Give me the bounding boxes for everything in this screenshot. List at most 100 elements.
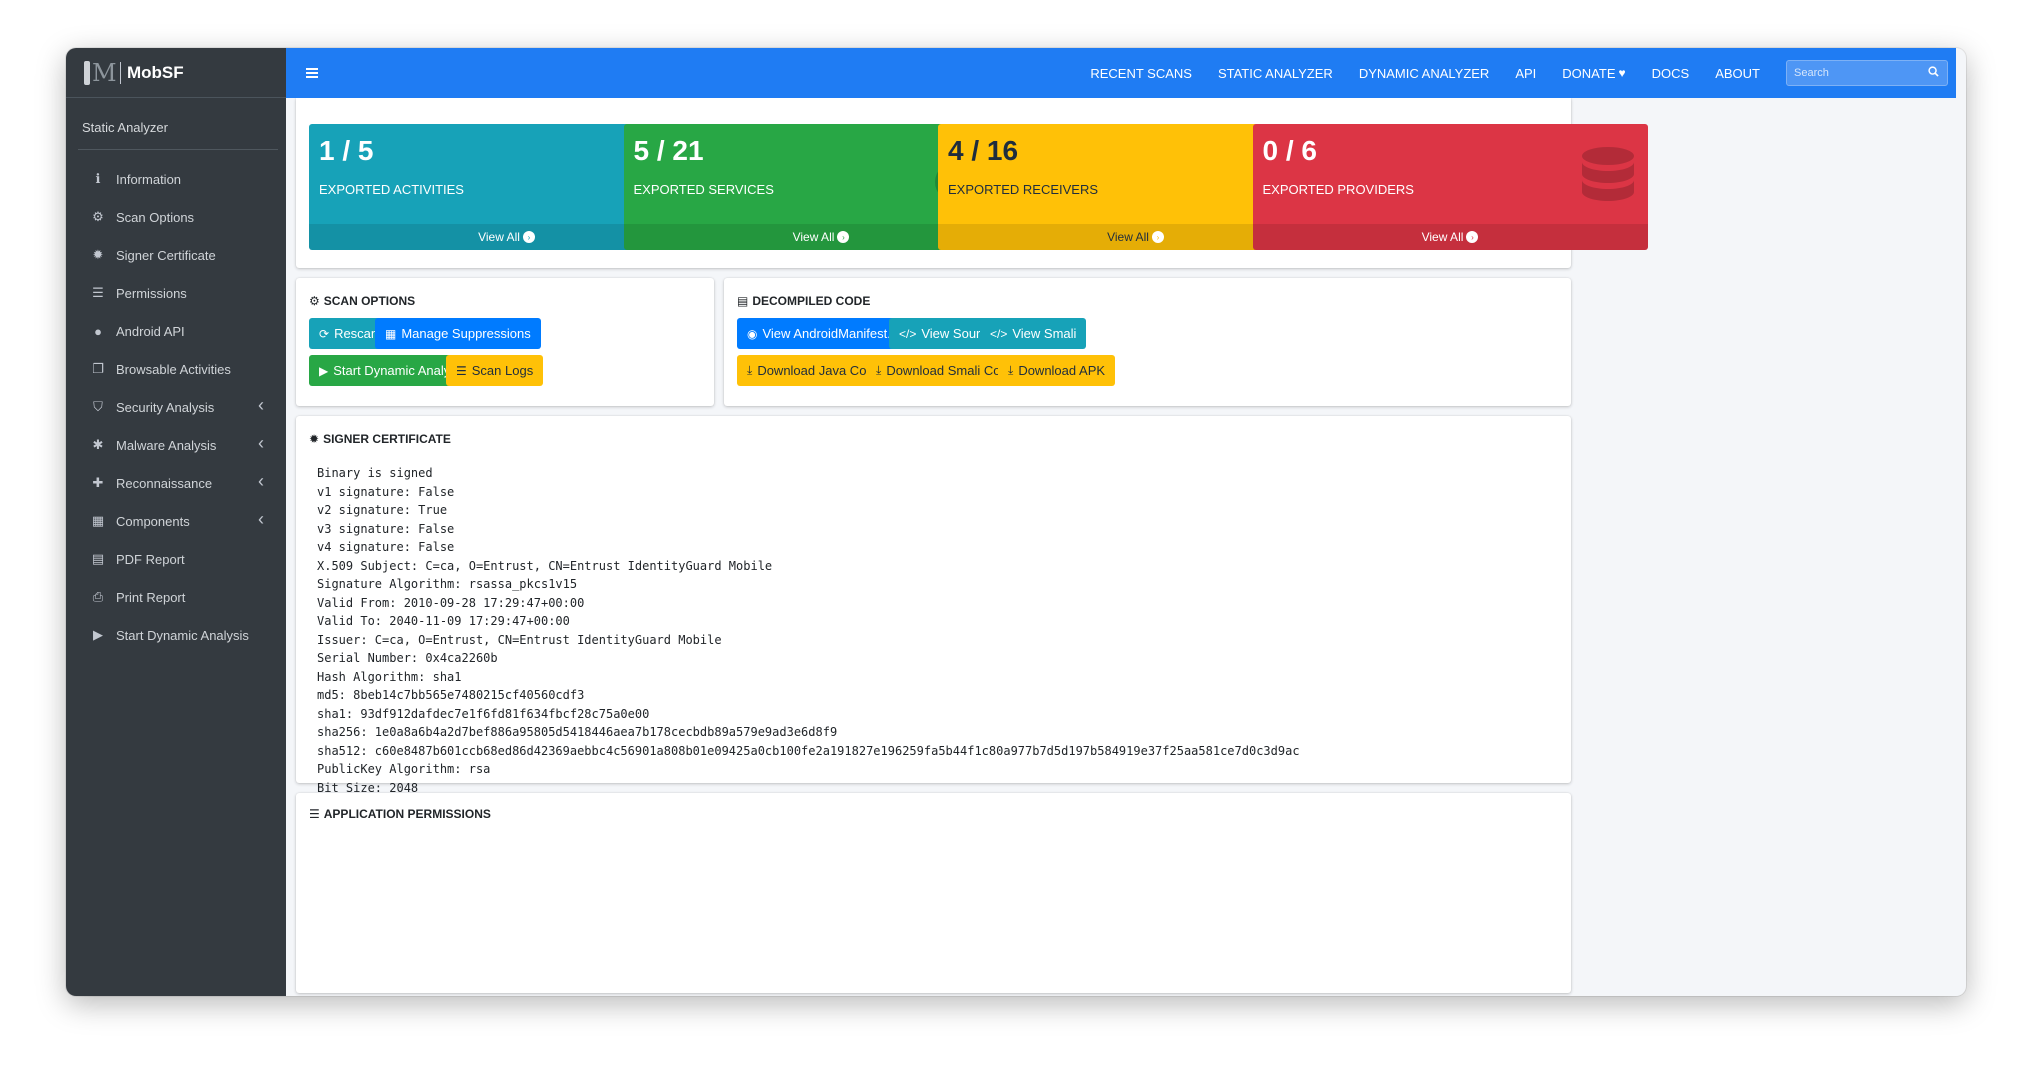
- chevron-left-icon: ‹: [258, 395, 264, 415]
- sidebar-item-label: Reconnaissance: [116, 475, 213, 491]
- chevron-left-icon: ‹: [258, 471, 264, 491]
- download-icon: ⤓: [747, 363, 753, 377]
- mobsf-logo-icon: M: [82, 58, 117, 88]
- nav-donate-label: DONATE: [1562, 65, 1616, 81]
- eye-icon: ◉: [747, 326, 758, 341]
- sidebar-item-android-api[interactable]: ● Android API: [66, 312, 286, 350]
- certificate-details: Binary is signed v1 signature: False v2 …: [317, 466, 1300, 832]
- sidebar-item-label: Malware Analysis: [116, 437, 217, 453]
- print-icon: ⎙: [92, 589, 104, 604]
- nav-docs[interactable]: DOCS: [1652, 66, 1690, 81]
- bug-icon: ✱: [92, 437, 104, 452]
- arrow-circle-right-icon: ›: [522, 231, 535, 243]
- sidebar-item-print-report[interactable]: ⎙ Print Report: [66, 578, 286, 616]
- nav-about[interactable]: ABOUT: [1715, 66, 1760, 81]
- sidebar-item-scan-options[interactable]: ⚙ Scan Options: [66, 198, 286, 236]
- hamburger-menu-icon[interactable]: [306, 68, 318, 78]
- nav-links: RECENT SCANS STATIC ANALYZER DYNAMIC ANA…: [1090, 60, 1956, 86]
- play-circle-icon: ▶: [93, 627, 103, 642]
- view-all-label: View All: [792, 230, 835, 244]
- sidebar-item-label: Scan Options: [116, 209, 195, 225]
- list-icon: ☰: [92, 285, 104, 300]
- cog-icon: ⚙: [92, 209, 104, 224]
- application-permissions-card: ☰ APPLICATION PERMISSIONS: [296, 793, 1571, 993]
- list-icon: ☰: [456, 363, 467, 378]
- application-permissions-title: ☰ APPLICATION PERMISSIONS: [309, 807, 491, 821]
- nav-api[interactable]: API: [1515, 66, 1536, 81]
- brand-divider: [120, 61, 121, 84]
- sidebar-item-security-analysis[interactable]: ⛉ Security Analysis ‹: [66, 388, 286, 426]
- th-large-icon: ▦: [91, 513, 105, 528]
- sidebar-item-label: Signer Certificate: [116, 247, 216, 263]
- nav-recent-scans[interactable]: RECENT SCANS: [1090, 66, 1192, 81]
- decompiled-code-title: ▤ DECOMPILED CODE: [737, 294, 871, 308]
- android-icon: ●: [94, 323, 102, 339]
- view-all-label: View All: [478, 230, 520, 244]
- scan-logs-button[interactable]: ☰ Scan Logs: [446, 355, 544, 386]
- component-stats-card: 1 / 5EXPORTED ACTIVITIESA文View All›5 / 2…: [296, 98, 1648, 268]
- code-icon: </>: [990, 326, 1008, 341]
- nav-dynamic-analyzer[interactable]: DYNAMIC ANALYZER: [1359, 66, 1490, 81]
- sidebar-title: Static Analyzer: [82, 120, 168, 135]
- view-smali-button[interactable]: </> View Smali: [980, 318, 1087, 349]
- download-icon: ⤓: [1008, 363, 1014, 377]
- brand-name: MobSF: [127, 62, 184, 82]
- stat-box-exported-providers: 0 / 6 EXPORTED PROVIDERS View All ›: [1252, 124, 1648, 250]
- certificate-icon: ✹: [92, 247, 104, 262]
- view-all-label: View All: [1421, 230, 1464, 244]
- arrow-circle-right-icon: ›: [1466, 231, 1479, 243]
- search-input[interactable]: [1794, 67, 1924, 79]
- sidebar-item-browsable-activities[interactable]: ❐ Browsable Activities: [66, 350, 286, 388]
- nav-donate[interactable]: DONATE ♥: [1562, 66, 1625, 81]
- sidebar-item-label: Components: [116, 513, 190, 529]
- heart-icon: ♥: [1618, 66, 1626, 80]
- signer-certificate-card: ✹ SIGNER CERTIFICATE Binary is signed v1 …: [296, 416, 1571, 832]
- sidebar-item-reconnaissance[interactable]: ✚ Reconnaissance ‹: [66, 464, 286, 502]
- stat-label: EXPORTED PROVIDERS: [1262, 182, 1414, 197]
- brand[interactable]: M MobSF: [66, 48, 286, 98]
- sidebar-item-permissions[interactable]: ☰ Permissions: [66, 274, 286, 312]
- sidebar-divider: [78, 149, 278, 150]
- stat-value: 4 / 16: [948, 135, 1019, 166]
- decompiled-code-card: ▤ DECOMPILED CODE ◉ View AndroidManifest.x…: [724, 278, 1571, 406]
- view-all-link[interactable]: View All ›: [1252, 224, 1648, 250]
- database-icon: [1580, 146, 1636, 215]
- clone-icon: ❐: [92, 361, 104, 376]
- browser-window: M MobSF Static Analyzer ℹ Information ⚙ Sca…: [66, 48, 1966, 996]
- list-icon: ☰: [309, 807, 320, 821]
- nav-static-analyzer[interactable]: STATIC ANALYZER: [1218, 66, 1333, 81]
- sidebar-item-label: Security Analysis: [116, 399, 215, 415]
- sidebar-item-pdf-report[interactable]: ▤ PDF Report: [66, 540, 286, 578]
- chevron-left-icon: ‹: [258, 509, 264, 529]
- stat-value: 5 / 21: [633, 135, 704, 166]
- scan-options-title: ⚙ SCAN OPTIONS: [309, 294, 416, 308]
- sidebar-item-label: Start Dynamic Analysis: [116, 627, 249, 643]
- search-box: [1786, 60, 1948, 86]
- sidebar-item-malware-analysis[interactable]: ✱ Malware Analysis ‹: [66, 426, 286, 464]
- sidebar-item-start-dynamic-analysis[interactable]: ▶ Start Dynamic Analysis: [66, 616, 286, 654]
- manage-suppressions-button[interactable]: ▦ Manage Suppressions: [375, 318, 541, 349]
- arrow-circle-right-icon: ›: [1151, 231, 1164, 243]
- plus-icon: ✚: [92, 475, 104, 490]
- cog-icon: ⚙: [309, 294, 320, 308]
- table-icon: ▦: [385, 326, 397, 341]
- sidebar: M MobSF Static Analyzer ℹ Information ⚙ Sca…: [66, 48, 286, 996]
- sidebar-item-label: PDF Report: [116, 551, 185, 567]
- file-code-icon: ▤: [737, 294, 749, 308]
- sidebar-menu: ℹ Information ⚙ Scan Options ✹ Signer Certifi…: [66, 160, 286, 654]
- sidebar-item-label: Information: [116, 171, 182, 187]
- info-circle-icon: ℹ: [95, 171, 101, 186]
- stat-label: EXPORTED SERVICES: [633, 182, 774, 197]
- sidebar-item-information[interactable]: ℹ Information: [66, 160, 286, 198]
- search-icon[interactable]: [1928, 66, 1939, 80]
- sidebar-item-label: Print Report: [116, 589, 186, 605]
- signer-certificate-title: ✹ SIGNER CERTIFICATE: [309, 432, 451, 446]
- sidebar-item-components[interactable]: ▦ Components ‹: [66, 502, 286, 540]
- stat-label: EXPORTED RECEIVERS: [948, 182, 1099, 197]
- shield-icon: ⛉: [93, 399, 103, 414]
- download-apk-button[interactable]: ⤓ Download APK: [998, 355, 1116, 386]
- sidebar-item-label: Browsable Activities: [116, 361, 231, 377]
- sidebar-item-label: Android API: [116, 323, 185, 339]
- code-icon: </>: [899, 326, 917, 341]
- sidebar-item-signer-certificate[interactable]: ✹ Signer Certificate: [66, 236, 286, 274]
